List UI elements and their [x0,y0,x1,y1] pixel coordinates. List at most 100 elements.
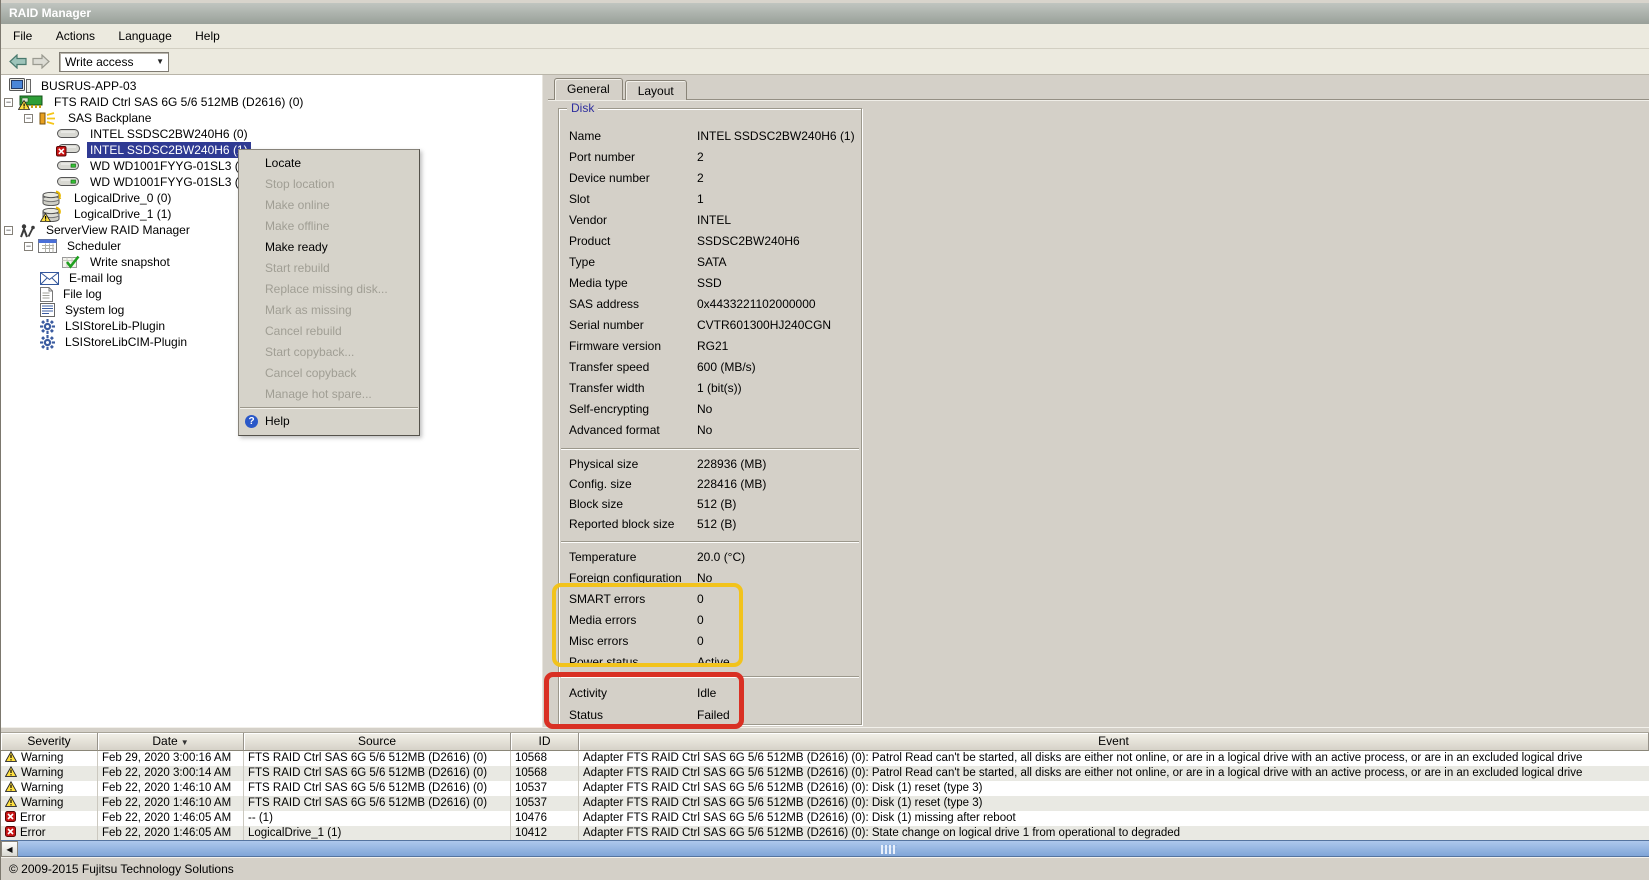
event-row[interactable]: Warning Feb 22, 2020 1:46:10 AM FTS RAID… [1,796,1649,811]
field-row: Temperature20.0 (°C) [559,547,861,568]
column-header-date[interactable]: Date▼ [98,733,244,751]
file-log-icon [40,287,53,302]
forward-arrow-icon[interactable] [32,54,50,69]
tree-item-server[interactable]: BUSRUS-APP-03 [1,78,542,94]
help-icon: ? [245,415,258,428]
raid-controller-warning-icon [18,94,44,110]
disk-failed-icon [56,143,80,157]
annotation-status-highlight [544,672,744,729]
system-log-icon [40,303,55,317]
event-row[interactable]: Warning Feb 29, 2020 3:00:16 AM FTS RAID… [1,751,1649,766]
column-header-event[interactable]: Event [579,733,1649,751]
menu-item-locate[interactable]: Locate [239,153,419,174]
error-icon [5,811,16,822]
menu-item-cancel-rebuild: Cancel rebuild [239,321,419,342]
collapse-icon[interactable]: − [4,226,13,235]
field-row: TypeSATA [559,252,861,273]
event-log-body: Warning Feb 29, 2020 3:00:16 AM FTS RAID… [1,751,1649,840]
event-row[interactable]: Warning Feb 22, 2020 3:00:14 AM FTS RAID… [1,766,1649,781]
warning-icon [5,751,17,762]
menu-item-cancel-copyback: Cancel copyback [239,363,419,384]
status-bar: © 2009-2015 Fujitsu Technology Solutions [1,857,1649,880]
menu-item-make-online: Make online [239,195,419,216]
field-row: Serial numberCVTR601300HJ240CGN [559,315,861,336]
collapse-icon[interactable]: − [24,242,33,251]
menu-item-stop-location: Stop location [239,174,419,195]
error-icon [5,826,16,837]
section-separator [561,541,859,543]
field-row: Transfer speed600 (MB/s) [559,357,861,378]
disk-ok-icon [56,176,80,188]
field-row: VendorINTEL [559,210,861,231]
plugin-gear-icon [40,319,55,334]
access-mode-select[interactable]: Write access ▼ [59,52,169,72]
menu-item-replace-missing-disk: Replace missing disk... [239,279,419,300]
disk-icon [56,128,80,140]
menu-item-start-rebuild: Start rebuild [239,258,419,279]
disk-context-menu: Locate Stop location Make online Make of… [238,149,420,436]
back-arrow-icon[interactable] [9,54,27,69]
tab-general[interactable]: General [554,78,623,100]
menu-separator [240,407,418,409]
collapse-icon[interactable]: − [24,114,33,123]
menu-item-make-ready[interactable]: Make ready [239,237,419,258]
field-row: Firmware versionRG21 [559,336,861,357]
disk-identity-section: NameINTEL SSDSC2BW240H6 (1) Port number2… [559,126,861,441]
disk-size-section: Physical size228936 (MB) Config. size228… [559,454,861,534]
tree-item-disk-0[interactable]: INTEL SSDSC2BW240H6 (0) [1,126,542,142]
collapse-icon[interactable]: − [4,98,13,107]
event-row[interactable]: Error Feb 22, 2020 1:46:05 AM -- (1) 104… [1,811,1649,826]
scrollbar-thumb-grip[interactable] [881,845,897,854]
menu-language[interactable]: Language [108,24,181,47]
field-row: Self-encryptingNo [559,399,861,420]
column-header-severity[interactable]: Severity [1,733,98,751]
horizontal-scrollbar[interactable]: ◀ [1,840,1649,857]
event-row[interactable]: Error Feb 22, 2020 1:46:05 AM LogicalDri… [1,826,1649,840]
snapshot-check-icon [62,255,80,269]
access-mode-value: Write access [65,55,133,69]
menu-item-help[interactable]: ? Help [239,411,419,432]
field-row: Port number2 [559,147,861,168]
menu-file[interactable]: File [3,24,42,47]
field-row: Media typeSSD [559,273,861,294]
scroll-left-icon[interactable]: ◀ [1,841,18,857]
window-title: RAID Manager [9,6,91,20]
column-header-source[interactable]: Source [244,733,511,751]
backplane-icon [38,111,58,126]
menu-item-manage-hot-spare: Manage hot spare... [239,384,419,405]
event-log-header: Severity Date▼ Source ID Event [1,733,1649,751]
menu-item-mark-as-missing: Mark as missing [239,300,419,321]
column-header-id[interactable]: ID [511,733,579,751]
logical-drive-warning-icon [40,206,64,222]
menu-item-start-copyback: Start copyback... [239,342,419,363]
warning-icon [5,796,17,807]
field-row: Reported block size512 (B) [559,514,861,534]
group-box-title: Disk [567,101,598,115]
field-row: Config. size228416 (MB) [559,474,861,494]
sort-desc-icon: ▼ [181,738,189,747]
title-bar[interactable]: RAID Manager [1,0,1649,24]
field-row: NameINTEL SSDSC2BW240H6 (1) [559,126,861,147]
detail-tabs: General Layout [554,81,689,100]
menu-help[interactable]: Help [185,24,230,47]
field-row: Transfer width1 (bit(s)) [559,378,861,399]
tree-item-controller[interactable]: − FTS RAID Ctrl SAS 6G 5/6 512MB (D2616)… [1,94,542,110]
menu-actions[interactable]: Actions [46,24,105,47]
tree-item-sas-backplane[interactable]: − SAS Backplane [1,110,542,126]
menu-item-make-offline: Make offline [239,216,419,237]
copyright-text: © 2009-2015 Fujitsu Technology Solutions [9,862,234,876]
annotation-errors-highlight [552,583,743,667]
menu-bar: File Actions Language Help [1,24,1649,49]
raid-manager-window: RAID Manager File Actions Language Help … [0,0,1649,880]
warning-icon [5,781,17,792]
section-separator [561,448,859,450]
field-row: Block size512 (B) [559,494,861,514]
email-icon [40,272,59,285]
event-row[interactable]: Warning Feb 22, 2020 1:46:10 AM FTS RAID… [1,781,1649,796]
toolbar: Write access ▼ [1,49,1649,75]
computer-icon [9,78,31,94]
chevron-down-icon: ▼ [156,57,164,66]
disk-ok-icon [56,160,80,172]
field-row: ProductSSDSC2BW240H6 [559,231,861,252]
tab-layout[interactable]: Layout [625,80,687,100]
